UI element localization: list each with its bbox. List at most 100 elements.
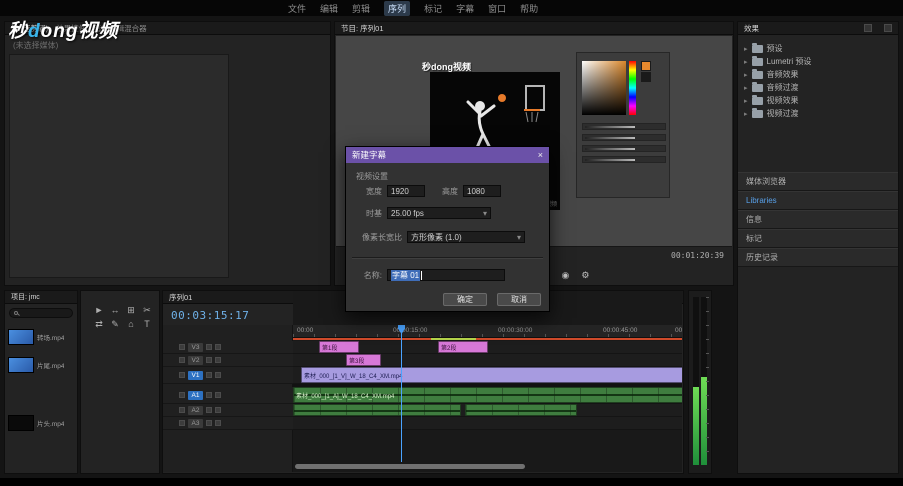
track-solo-icon[interactable] — [215, 420, 221, 426]
panel-row-libraries[interactable]: Libraries — [738, 191, 898, 210]
close-icon[interactable]: × — [538, 150, 543, 160]
timeline-clip[interactable]: 第3段 — [346, 354, 381, 366]
track-toggle-icon[interactable] — [179, 372, 185, 378]
track-toggle-icon[interactable] — [179, 344, 185, 350]
settings-button[interactable]: ⚙ — [581, 270, 589, 281]
folder-icon — [751, 107, 763, 118]
new-bin-icon[interactable] — [884, 24, 892, 32]
project-search-input[interactable] — [9, 308, 73, 318]
track-toggle-icon[interactable] — [179, 407, 185, 413]
tool-grid: ► ↔ ⊞ ✂ ⇄ ✎ ⌂ T — [91, 303, 155, 331]
pen-tool[interactable]: ✎ — [107, 317, 123, 331]
height-field[interactable]: 1080 — [463, 185, 501, 197]
menu-sequence[interactable]: 序列 — [384, 0, 411, 16]
tree-arrow-icon[interactable]: ▸ — [744, 84, 748, 92]
width-field[interactable]: 1920 — [387, 185, 425, 197]
timeline-clip[interactable]: 第2段 — [438, 341, 488, 353]
tree-arrow-icon[interactable]: ▸ — [744, 58, 748, 66]
track-solo-icon[interactable] — [215, 392, 221, 398]
timeline-horizontal-scrollbar[interactable] — [295, 464, 525, 469]
tree-arrow-icon[interactable]: ▸ — [744, 71, 748, 79]
panel-menu-icon[interactable] — [864, 24, 872, 32]
track-mute-icon[interactable] — [206, 420, 212, 426]
track-target-v2[interactable]: V2 — [188, 355, 203, 365]
track-toggle-icon[interactable] — [179, 420, 185, 426]
track-target-a1[interactable]: A1 — [188, 390, 203, 400]
panel-row-media-browser[interactable]: 媒体浏览器 — [738, 172, 898, 191]
timebase-dropdown[interactable]: 25.00 fps ▾ — [387, 207, 491, 219]
track-mute-icon[interactable] — [206, 407, 212, 413]
track-select-tool[interactable]: ↔ — [107, 303, 123, 317]
effects-folder-video-effects[interactable]: ▸ 视频效果 — [738, 94, 898, 107]
track-mute-icon[interactable] — [206, 392, 212, 398]
panel-row-history[interactable]: 历史记录 — [738, 248, 898, 267]
menu-title[interactable]: 字幕 — [456, 2, 474, 15]
track-eye-icon[interactable] — [215, 357, 221, 363]
tab-sequence[interactable]: 序列01 — [169, 292, 192, 303]
track-target-v1[interactable]: V1 — [188, 370, 203, 380]
playhead[interactable] — [401, 325, 402, 462]
menu-edit[interactable]: 编辑 — [320, 2, 338, 15]
dialog-title-bar[interactable]: 新建字幕 × — [346, 147, 549, 163]
panel-row-markers[interactable]: 标记 — [738, 229, 898, 248]
selection-tool[interactable]: ► — [91, 303, 107, 317]
track-target-a2[interactable]: A2 — [188, 405, 203, 415]
ripple-edit-tool[interactable]: ⊞ — [123, 303, 139, 317]
folder-label: 视频效果 — [766, 96, 799, 105]
folder-label: Lumetri 预设 — [766, 57, 812, 66]
effects-folder-presets[interactable]: ▸ 预设 — [738, 42, 898, 55]
menu-help[interactable]: 帮助 — [520, 2, 538, 15]
ok-button[interactable]: 确定 — [443, 293, 487, 306]
name-input[interactable]: 字幕 01 — [387, 269, 505, 281]
track-lock-icon[interactable] — [206, 357, 212, 363]
menu-marker[interactable]: 标记 — [424, 2, 442, 15]
program-duration-timecode: 00:01:20:39 — [671, 251, 724, 260]
menu-window[interactable]: 窗口 — [488, 2, 506, 15]
tab-program[interactable]: 节目: 序列01 — [341, 23, 384, 34]
clip-name: 片头.mp4 — [37, 421, 65, 428]
panel-row-info[interactable]: 信息 — [738, 210, 898, 229]
slip-tool[interactable]: ⇄ — [91, 317, 107, 331]
project-item[interactable]: 片尾.mp4 — [8, 353, 76, 377]
effects-folder-audio-transitions[interactable]: ▸ 音频过渡 — [738, 81, 898, 94]
timeline-clip[interactable]: 第1段 — [319, 341, 359, 353]
color-swatch-current — [641, 72, 651, 82]
tree-arrow-icon[interactable]: ▸ — [744, 45, 748, 53]
menu-clip[interactable]: 剪辑 — [352, 2, 370, 15]
track-lock-icon[interactable] — [206, 344, 212, 350]
razor-tool[interactable]: ✂ — [139, 303, 155, 317]
timeline-clip[interactable]: 素材_000_[1_A]_W_18_C4_XM.mp4 — [293, 387, 682, 403]
track-target-v3[interactable]: V3 — [188, 342, 203, 352]
tab-effects[interactable]: 效果 — [744, 23, 759, 34]
timeline-clip[interactable] — [293, 404, 461, 416]
track-solo-icon[interactable] — [215, 407, 221, 413]
project-item[interactable]: 片头.mp4 — [8, 411, 76, 435]
effects-folder-audio-effects[interactable]: ▸ 音频效果 — [738, 68, 898, 81]
track-target-a3[interactable]: A3 — [188, 418, 203, 428]
slider-green — [582, 134, 666, 141]
timeline-timecode[interactable]: 00:03:15:17 — [171, 309, 249, 322]
tree-arrow-icon[interactable]: ▸ — [744, 97, 748, 105]
ruler-label: 00:00:30:00 — [498, 327, 533, 334]
export-frame-button[interactable]: ◉ — [562, 270, 570, 281]
menu-file[interactable]: 文件 — [288, 2, 306, 15]
effects-folder-video-transitions[interactable]: ▸ 视频过渡 — [738, 107, 898, 120]
work-area-bar[interactable] — [293, 338, 682, 340]
pixel-aspect-dropdown[interactable]: 方形像素 (1.0) ▾ — [407, 231, 525, 243]
timeline-clip[interactable]: 素材_000_[1_V]_W_18_C4_XM.mp4 — [301, 367, 682, 383]
timeline-clip[interactable] — [465, 404, 577, 416]
project-item[interactable]: 转场.mp4 — [8, 325, 76, 349]
clip-thumbnail — [8, 415, 34, 431]
track-eye-icon[interactable] — [215, 344, 221, 350]
tree-arrow-icon[interactable]: ▸ — [744, 110, 748, 118]
type-tool[interactable]: T — [139, 317, 155, 331]
track-lock-icon[interactable] — [206, 372, 212, 378]
hand-tool[interactable]: ⌂ — [123, 317, 139, 331]
effects-folder-lumetri[interactable]: ▸ Lumetri 预设 — [738, 55, 898, 68]
tab-project[interactable]: 项目: jmc — [11, 292, 40, 302]
timeline-ruler[interactable]: 00:00 00:00:15:00 00:00:30:00 00:00:45:0… — [293, 325, 682, 338]
track-toggle-icon[interactable] — [179, 392, 185, 398]
track-toggle-icon[interactable] — [179, 357, 185, 363]
cancel-button[interactable]: 取消 — [497, 293, 541, 306]
track-eye-icon[interactable] — [215, 372, 221, 378]
